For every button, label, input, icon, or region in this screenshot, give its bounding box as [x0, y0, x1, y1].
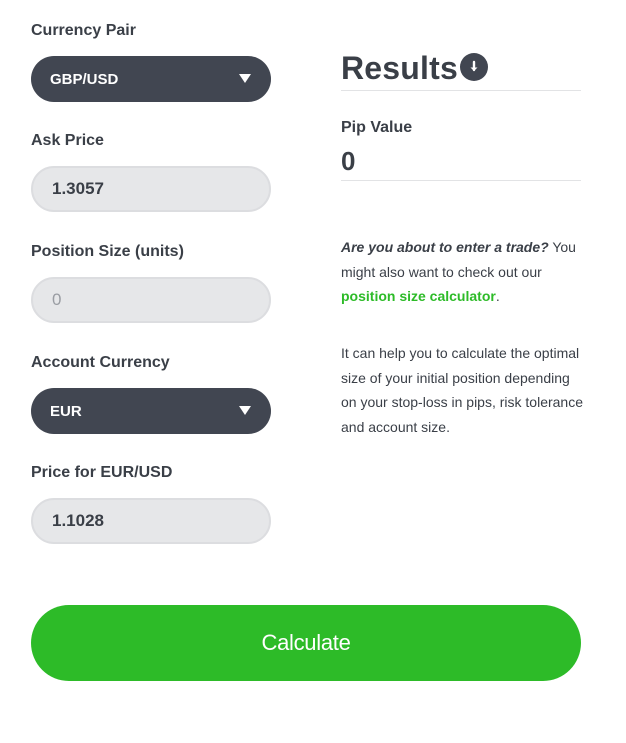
position-size-calculator-link[interactable]: position size calculator	[341, 288, 496, 304]
pip-value-divider	[341, 180, 581, 181]
position-size-label: Position Size (units)	[31, 243, 184, 260]
account-currency-label: Account Currency	[31, 354, 170, 371]
ask-price-value: 1.3057	[52, 179, 104, 198]
account-currency-value: EUR	[50, 402, 82, 420]
caret-down-icon	[239, 74, 251, 83]
trade-prompt-end: .	[495, 288, 500, 304]
currency-pair-label: Currency Pair	[31, 22, 136, 39]
position-size-input[interactable]: 0	[31, 277, 271, 323]
results-title: Results	[341, 50, 458, 86]
trade-prompt-paragraph: Are you about to enter a trade? You migh…	[341, 235, 586, 309]
account-currency-select[interactable]: EUR	[31, 388, 271, 434]
currency-pair-select[interactable]: GBP/USD	[31, 56, 271, 102]
calculate-button[interactable]: Calculate	[31, 605, 581, 681]
conversion-price-input[interactable]: 1.1028	[31, 498, 271, 544]
ask-price-input[interactable]: 1.3057	[31, 166, 271, 212]
conversion-price-value: 1.1028	[52, 511, 104, 530]
results-divider	[341, 90, 581, 91]
arrow-down-circle-icon[interactable]	[460, 53, 488, 81]
pip-value-label: Pip Value	[341, 119, 413, 136]
conversion-price-label: Price for EUR/USD	[31, 464, 173, 481]
pip-value: 0	[341, 146, 356, 176]
ask-price-label: Ask Price	[31, 132, 104, 149]
currency-pair-value: GBP/USD	[50, 70, 119, 88]
caret-down-icon	[239, 406, 251, 415]
trade-question: Are you about to enter a trade?	[341, 239, 549, 255]
position-size-placeholder: 0	[52, 290, 62, 309]
calculator-description: It can help you to calculate the optimal…	[341, 345, 583, 435]
